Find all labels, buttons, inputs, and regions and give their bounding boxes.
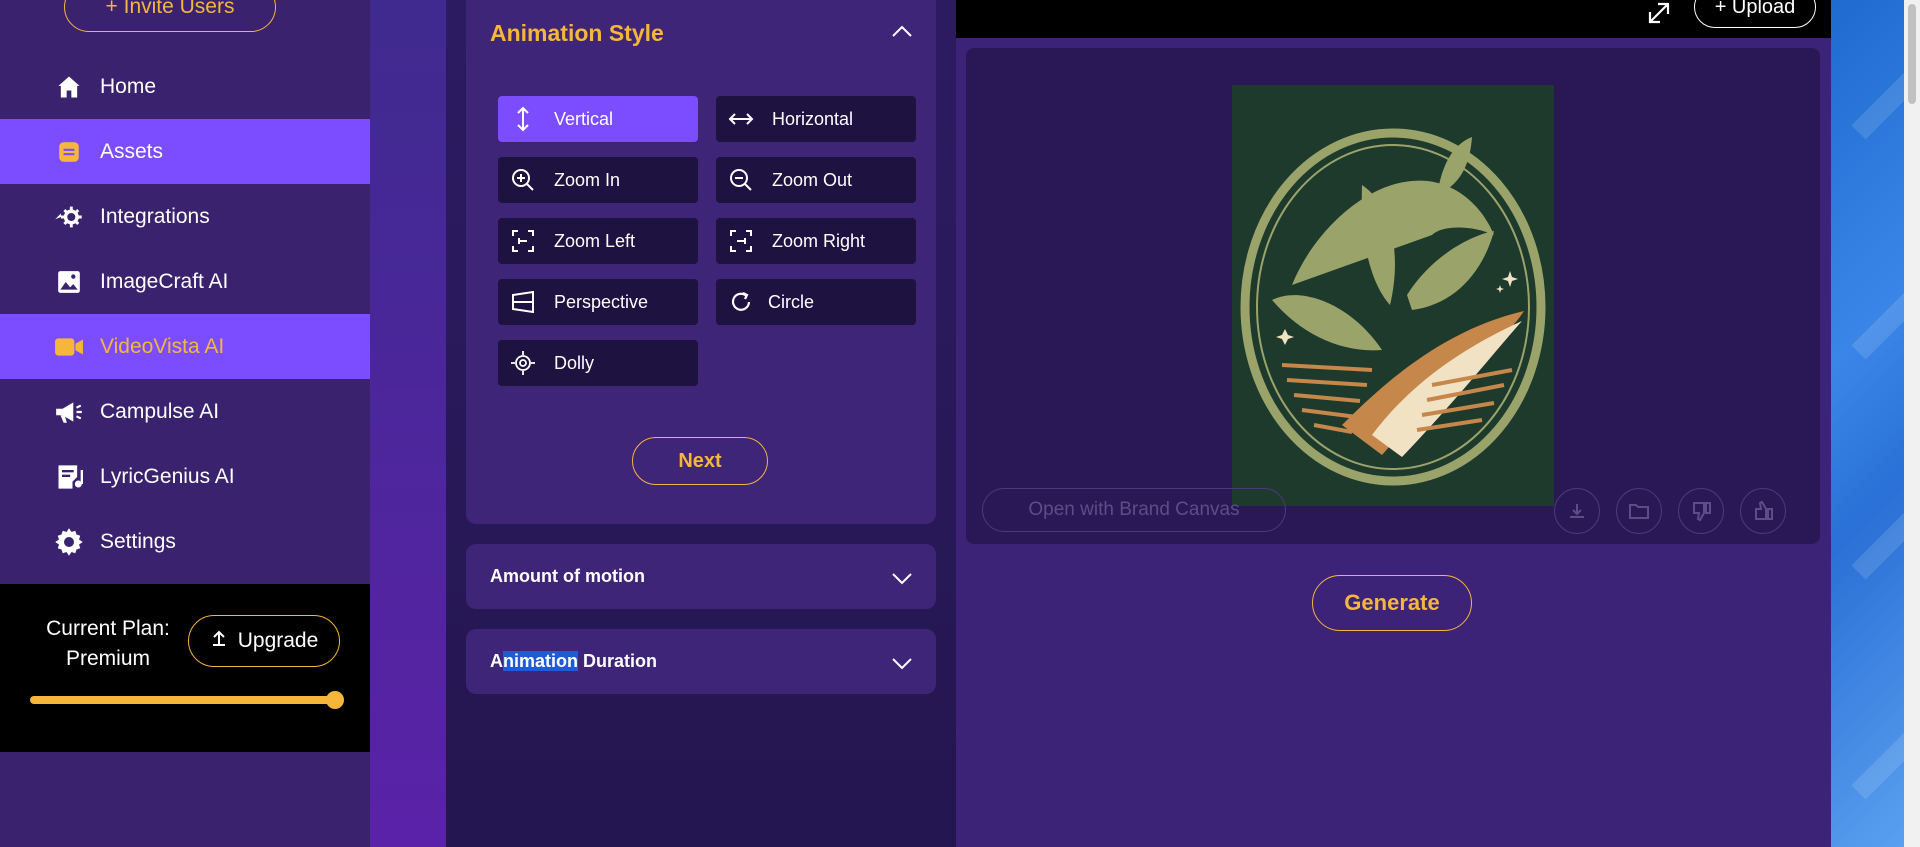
thumbs-up-icon[interactable] (1740, 488, 1786, 534)
selected-text: nimation (503, 651, 578, 671)
decor-stripe (1851, 40, 1904, 140)
style-label: Perspective (554, 291, 649, 312)
sidebar: + Invite Users Home Assets Integrations … (0, 0, 370, 847)
invite-users-button[interactable]: + Invite Users (64, 0, 276, 32)
next-button[interactable]: Next (632, 437, 768, 485)
dolly-icon (510, 350, 536, 376)
home-icon (54, 72, 84, 102)
style-label: Circle (768, 291, 815, 312)
video-icon (54, 332, 84, 362)
decor-stripe (1851, 480, 1904, 580)
decor-stripe (1851, 700, 1904, 800)
style-label: Dolly (554, 352, 595, 373)
style-zoom-left-button[interactable]: Zoom Left (498, 218, 698, 264)
style-dolly-button[interactable]: Dolly (498, 340, 698, 386)
download-icon[interactable] (1554, 488, 1600, 534)
sidebar-item-integrations[interactable]: Integrations (0, 184, 370, 249)
circle-arrow-icon (728, 289, 754, 315)
chevron-down-icon[interactable] (890, 566, 914, 590)
perspective-icon (510, 289, 536, 315)
sidebar-item-label: Settings (100, 529, 176, 553)
title-part: Duration (578, 651, 657, 671)
sidebar-item-settings[interactable]: Settings (0, 509, 370, 574)
sidebar-item-imagecraft[interactable]: ImageCraft AI (0, 249, 370, 314)
decor-stripe (1851, 260, 1904, 360)
style-zoom-in-button[interactable]: Zoom In (498, 157, 698, 203)
sidebar-item-label: LyricGenius AI (100, 464, 235, 488)
animation-duration-title: Animation Duration (490, 651, 657, 672)
preview-panel: + Upload Open with Brand Canvas Generate (956, 0, 1831, 847)
style-perspective-button[interactable]: Perspective (498, 279, 698, 325)
horizontal-arrows-icon (728, 106, 754, 132)
sidebar-item-label: VideoVista AI (100, 334, 225, 358)
chevron-down-icon[interactable] (890, 651, 914, 675)
amount-of-motion-title: Amount of motion (490, 566, 645, 586)
assets-icon (54, 137, 84, 167)
style-zoom-right-button[interactable]: Zoom Right (716, 218, 916, 264)
current-plan-label: Current Plan: Premium (46, 617, 170, 670)
title-part: A (490, 651, 503, 671)
animation-style-title: Animation Style (490, 20, 664, 46)
sidebar-item-lyricgenius[interactable]: LyricGenius AI (0, 444, 370, 509)
vertical-arrows-icon (510, 106, 536, 132)
zoom-in-icon (510, 167, 536, 193)
sidebar-item-label: ImageCraft AI (100, 269, 229, 293)
plant-logo-image (1232, 85, 1554, 506)
style-horizontal-button[interactable]: Horizontal (716, 96, 916, 142)
image-icon (54, 267, 84, 297)
thumbs-down-icon[interactable] (1678, 488, 1724, 534)
upgrade-button[interactable]: Upgrade (188, 615, 340, 667)
style-circle-button[interactable]: Circle (716, 279, 916, 325)
lyrics-icon (54, 462, 84, 492)
plan-box: Current Plan: Premium Upgrade (0, 584, 370, 752)
sidebar-item-videovista[interactable]: VideoVista AI (0, 314, 370, 379)
expand-icon[interactable] (1644, 0, 1674, 28)
preview-toolbar: + Upload (956, 0, 1831, 38)
generate-button[interactable]: Generate (1312, 575, 1472, 631)
sidebar-item-label: Campulse AI (100, 399, 220, 423)
style-label: Zoom Left (554, 230, 636, 251)
sidebar-item-campulse[interactable]: Campulse AI (0, 379, 370, 444)
background-gradient (370, 0, 446, 847)
settings-panel: Animation Style Vertical Horizontal Zoom… (446, 0, 956, 847)
zoom-left-icon (510, 228, 536, 254)
zoom-out-icon (728, 167, 754, 193)
style-label: Zoom In (554, 169, 621, 190)
open-brand-canvas-button[interactable]: Open with Brand Canvas (982, 488, 1286, 532)
integrations-icon (54, 202, 84, 232)
style-label: Horizontal (772, 108, 854, 129)
sidebar-item-home[interactable]: Home (0, 54, 370, 119)
slider-thumb[interactable] (326, 691, 344, 709)
desktop-background (1831, 0, 1904, 847)
style-zoom-out-button[interactable]: Zoom Out (716, 157, 916, 203)
animation-duration-accordion[interactable]: Animation Duration (466, 629, 936, 694)
zoom-right-icon (728, 228, 754, 254)
upload-button[interactable]: + Upload (1694, 0, 1816, 28)
chevron-up-icon[interactable] (890, 20, 914, 44)
plan-usage-slider[interactable] (30, 691, 344, 709)
style-vertical-button[interactable]: Vertical (498, 96, 698, 142)
style-label: Zoom Right (772, 230, 866, 251)
sidebar-item-label: Assets (100, 139, 164, 163)
amount-of-motion-accordion[interactable]: Amount of motion (466, 544, 936, 609)
style-label: Zoom Out (772, 169, 853, 190)
upload-arrow-icon (210, 629, 228, 653)
megaphone-icon (54, 397, 84, 427)
sidebar-nav: Home Assets Integrations ImageCraft AI V… (0, 54, 370, 574)
sidebar-item-label: Home (100, 74, 157, 98)
preview-image (1232, 85, 1554, 506)
sidebar-item-label: Integrations (100, 204, 210, 228)
style-label: Vertical (554, 108, 614, 129)
upgrade-label: Upgrade (237, 629, 319, 652)
sidebar-item-assets[interactable]: Assets (0, 119, 370, 184)
gear-icon (54, 527, 84, 557)
scroll-thumb[interactable] (1908, 4, 1916, 104)
preview-area: Open with Brand Canvas (966, 48, 1820, 544)
folder-icon[interactable] (1616, 488, 1662, 534)
animation-style-card: Animation Style Vertical Horizontal Zoom… (466, 0, 936, 524)
scrollbar[interactable] (1904, 0, 1920, 847)
